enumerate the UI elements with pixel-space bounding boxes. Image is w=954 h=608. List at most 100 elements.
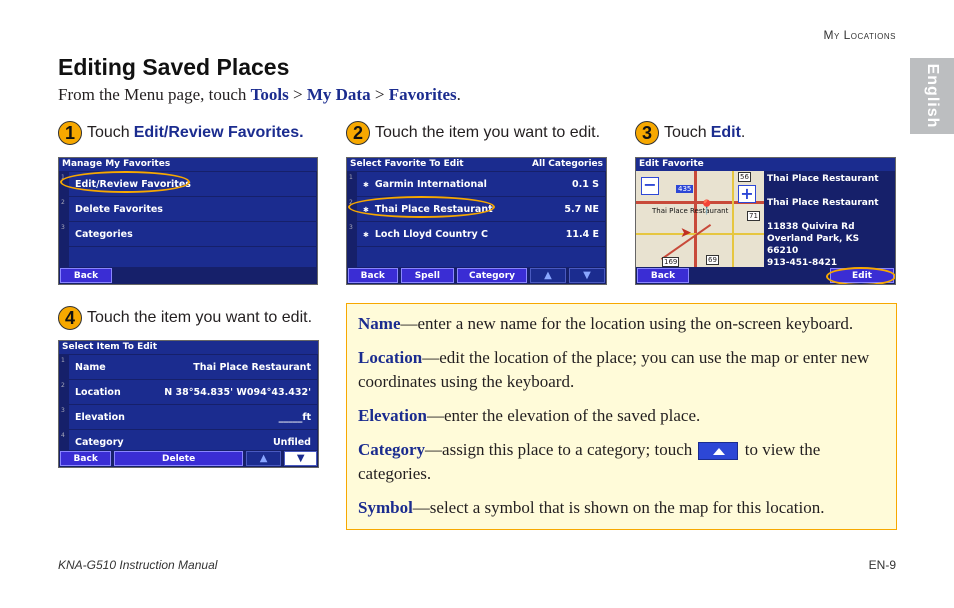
menu-item-delete-favorites[interactable]: 2 Delete Favorites	[61, 197, 316, 221]
back-button[interactable]: Back	[348, 268, 398, 283]
screen-2-button-bar: Back Spell Category ▲ ▼	[347, 267, 606, 284]
map-view[interactable]: 435 56 71 169 69 Thai Place Restaurant 📍…	[636, 171, 764, 267]
pushpin-icon: 📍	[698, 200, 716, 216]
address-line-1: 11838 Quivira Rd	[767, 222, 855, 232]
category-button[interactable]: Category	[457, 268, 528, 283]
desc-location: Location—edit the location of the place;…	[358, 346, 885, 394]
step-1: 1 Touch Edit/Review Favorites.	[58, 121, 304, 145]
step-number-3: 3	[635, 121, 659, 145]
screen-1-button-bar: Back	[59, 267, 317, 284]
back-button[interactable]: Back	[60, 268, 112, 283]
intro-sep-1: >	[288, 85, 307, 104]
favorite-direction: S	[592, 178, 599, 190]
highway-shield: 169	[662, 257, 680, 267]
intro-mydata: My Data	[306, 85, 371, 104]
language-tab-label: English	[924, 63, 941, 129]
back-button[interactable]: Back	[60, 451, 112, 466]
term-symbol: Symbol	[358, 498, 413, 517]
page-number: EN-9	[868, 558, 896, 572]
term-location: Location	[358, 348, 423, 367]
field-descriptions: Name—enter a new name for the location u…	[346, 303, 897, 530]
manual-name: KNA-G510 Instruction Manual	[58, 558, 218, 572]
edit-item-elevation[interactable]: 3 Elevation _____ft	[61, 405, 317, 429]
item-value: Unfiled	[272, 436, 311, 448]
desc-category: Category—assign this place to a category…	[358, 438, 885, 486]
item-label: Category	[75, 436, 124, 448]
favorite-item[interactable]: 1 ✱ Garmin International 0.1 S	[349, 172, 605, 196]
screen-4-header: Select Item To Edit	[59, 341, 318, 354]
language-tab: English	[910, 58, 954, 134]
minus-icon: −	[643, 175, 657, 194]
intro-text: From the Menu page, touch Tools > My Dat…	[58, 85, 461, 105]
item-value: N 38°54.835' W094°43.432'	[164, 386, 311, 398]
item-value: _____ft	[278, 411, 311, 423]
arrow-down-icon: ▼	[583, 270, 591, 281]
favorite-item[interactable]: 3 ✱ Loch Lloyd Country C 11.4 E	[349, 222, 605, 246]
flag-icon: ✱	[363, 230, 369, 239]
delete-button[interactable]: Delete	[114, 451, 243, 466]
step-number-1: 1	[58, 121, 82, 145]
up-arrow-icon	[698, 442, 739, 461]
arrow-down-icon: ▼	[296, 453, 305, 464]
zoom-out-button[interactable]: −	[641, 177, 659, 195]
screen-1-title: Manage My Favorites	[62, 159, 171, 169]
map-label: Thai Place Restaurant	[652, 207, 729, 215]
screen-1-header: Manage My Favorites	[59, 158, 317, 171]
highway-shield: 69	[706, 255, 719, 265]
edit-item-name[interactable]: 1 Name Thai Place Restaurant	[61, 355, 317, 379]
desc-name: Name—enter a new name for the location u…	[358, 312, 885, 336]
intro-favorites: Favorites	[388, 85, 457, 104]
screen-manage-favorites: Manage My Favorites 1 Edit/Review Favorit…	[58, 157, 318, 285]
item-value: Thai Place Restaurant	[193, 361, 311, 373]
step-3-bold: Edit	[710, 124, 741, 141]
edit-item-location[interactable]: 2 Location N 38°54.835' W094°43.432'	[61, 380, 317, 404]
step-number-4: 4	[58, 306, 82, 330]
term-category: Category	[358, 440, 426, 459]
favorite-name: Garmin International	[374, 178, 487, 190]
step-2-prefix: Touch the item you want to edit.	[375, 124, 601, 141]
arrow-up-icon: ▲	[259, 453, 268, 464]
spell-button[interactable]: Spell	[400, 268, 455, 283]
desc-category-text-a: —assign this place to a category; touch	[425, 440, 693, 459]
back-button[interactable]: Back	[637, 268, 689, 283]
vehicle-arrow-icon: ➤	[680, 225, 692, 241]
menu-item-label: Delete Favorites	[75, 203, 163, 215]
zoom-in-button[interactable]: +	[738, 185, 756, 203]
section-header: My Locations	[823, 28, 896, 42]
favorite-name: Loch Lloyd Country C	[374, 228, 489, 240]
highlight-ring	[60, 171, 190, 193]
screen-2-header: Select Favorite To Edit All Categories	[347, 158, 606, 171]
term-elevation: Elevation	[358, 406, 427, 425]
menu-item-label: Categories	[75, 228, 133, 240]
scroll-down-button[interactable]: ▼	[284, 451, 317, 466]
favorite-distance: 11.4	[565, 228, 590, 240]
scroll-up-button[interactable]: ▲	[245, 451, 282, 466]
screen-2-filter: All Categories	[532, 159, 603, 169]
item-label: Elevation	[75, 411, 125, 423]
step-4-prefix: Touch the item you want to edit.	[87, 309, 313, 326]
intro-prefix: From the Menu page, touch	[58, 85, 251, 104]
step-4: 4 Touch the item you want to edit.	[58, 306, 312, 330]
screen-4-title: Select Item To Edit	[62, 342, 158, 352]
scroll-up-button[interactable]: ▲	[530, 268, 566, 283]
step-3-suffix: .	[740, 124, 746, 141]
page-title: Editing Saved Places	[58, 54, 290, 80]
step-3-prefix: Touch	[664, 124, 707, 141]
step-2: 2 Touch the item you want to edit.	[346, 121, 600, 145]
favorite-distance: 0.1	[572, 178, 589, 190]
favorite-name-display: Thai Place Restaurant	[767, 174, 879, 184]
flag-icon: ✱	[363, 180, 369, 189]
address-line-2: Overland Park, KS 66210	[767, 234, 860, 256]
step-1-bold: Edit/Review Favorites.	[133, 124, 304, 141]
favorite-direction: NE	[584, 203, 599, 215]
screen-edit-favorite: Edit Favorite 435 56 71 169 69 Thai Plac…	[635, 157, 896, 285]
scroll-down-button[interactable]: ▼	[569, 268, 605, 283]
screen-3-header: Edit Favorite	[636, 158, 895, 171]
favorite-direction: E	[592, 228, 600, 240]
desc-name-text: —enter a new name for the location using…	[400, 314, 854, 333]
desc-elevation-text: —enter the elevation of the saved place.	[426, 406, 701, 425]
term-name: Name	[358, 314, 401, 333]
menu-item-categories[interactable]: 3 Categories	[61, 222, 316, 246]
screen-select-favorite: Select Favorite To Edit All Categories 1 ✱…	[346, 157, 607, 285]
step-number-2: 2	[346, 121, 370, 145]
